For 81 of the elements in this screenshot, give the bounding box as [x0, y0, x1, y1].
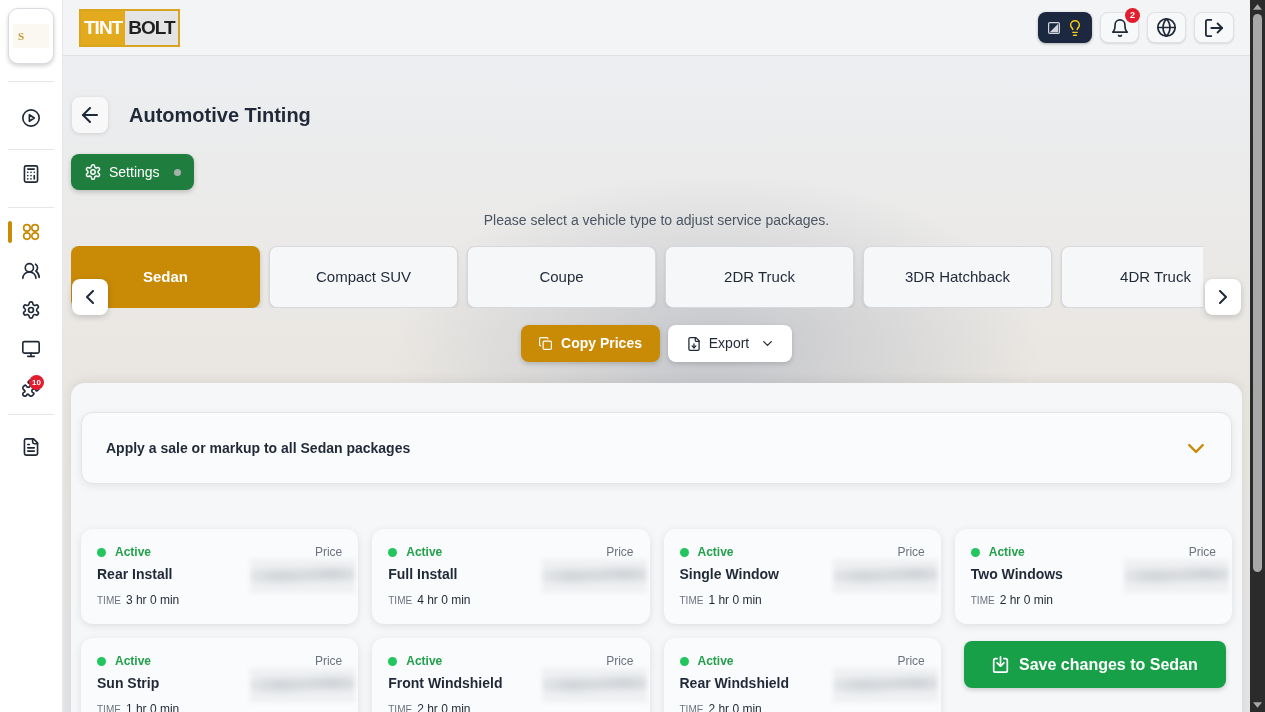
- status-text: Active: [406, 545, 443, 559]
- time-label: TIME: [970, 594, 995, 608]
- blurred-price-field[interactable]: [541, 559, 647, 593]
- vehicle-tab[interactable]: 2DR Truck: [665, 246, 854, 308]
- scrollbar-thumb[interactable]: [1253, 14, 1262, 572]
- price-label: Price: [897, 654, 925, 668]
- package-name: Single Window: [679, 565, 779, 584]
- status-text: Active: [115, 654, 152, 668]
- package-card[interactable]: Active Price Rear Install TIME 3 hr 0 min: [81, 529, 359, 624]
- time-label: TIME: [388, 594, 413, 608]
- blurred-price-field[interactable]: [832, 559, 938, 593]
- status-text: Active: [697, 654, 734, 668]
- settings-icon[interactable]: [22, 300, 40, 319]
- play-circle-icon[interactable]: [22, 108, 40, 127]
- active-indicator: [8, 221, 12, 243]
- package-name: Full Install: [388, 565, 458, 584]
- package-card[interactable]: Active Price Two Windows TIME 2 hr 0 min: [954, 529, 1232, 624]
- notification-badge: 10: [29, 375, 44, 390]
- status-text: Active: [988, 545, 1025, 559]
- time-value: 2 hr 0 min: [999, 592, 1053, 608]
- settings-button[interactable]: Settings: [71, 154, 194, 190]
- blurred-price-field[interactable]: [1124, 559, 1229, 593]
- document-icon[interactable]: [22, 437, 40, 456]
- settings-icon: [85, 164, 101, 180]
- bell-icon: [1110, 18, 1129, 37]
- scroll-down-icon[interactable]: [1253, 702, 1262, 708]
- vehicle-tab[interactable]: 3DR Hatchback: [863, 246, 1052, 308]
- logo-text: TINT: [81, 10, 126, 45]
- blurred-price-field[interactable]: [541, 668, 647, 702]
- theme-toggle[interactable]: [1038, 12, 1092, 43]
- logout-icon: [1205, 18, 1223, 37]
- blurred-price-field[interactable]: [832, 668, 938, 702]
- status-text: Active: [115, 545, 152, 559]
- chevron-right-icon: [1219, 290, 1227, 304]
- blurred-price-field[interactable]: [250, 668, 356, 702]
- page-title: Automotive Tinting: [129, 103, 311, 128]
- time-value: 1 hr 0 min: [708, 592, 762, 608]
- package-name: Rear Install: [97, 565, 173, 584]
- instruction-text: Please select a vehicle type to adjust service packages.: [483, 211, 830, 230]
- file-download-icon: [687, 336, 700, 351]
- time-label: TIME: [97, 594, 121, 608]
- export-button[interactable]: Export: [668, 325, 792, 362]
- package-name: Two Windows: [970, 565, 1063, 584]
- blurred-price-field[interactable]: [250, 559, 356, 593]
- package-card[interactable]: Active Price Full Install TIME 4 hr 0 min: [372, 529, 650, 624]
- grid-icon[interactable]: [22, 222, 40, 241]
- price-label: Price: [606, 654, 634, 668]
- logo-text: BOLT: [125, 10, 178, 45]
- package-card[interactable]: Active Price Single Window TIME 1 hr 0 min: [663, 529, 941, 624]
- logout-button[interactable]: [1194, 12, 1234, 43]
- price-label: Price: [606, 545, 634, 559]
- sale-markup-accordion[interactable]: Apply a sale or markup to all Sedan packages: [81, 412, 1232, 484]
- chevron-left-icon: [86, 290, 94, 304]
- vehicle-tab[interactable]: 4DR Truck: [1061, 246, 1203, 308]
- notification-badge: 2: [1125, 8, 1140, 23]
- package-name: Sun Strip: [97, 674, 160, 693]
- price-label: Price: [314, 654, 343, 668]
- status-text: Active: [406, 654, 443, 668]
- download-icon: [992, 656, 1009, 673]
- monitor-icon[interactable]: [22, 339, 40, 358]
- time-label: TIME: [679, 594, 704, 608]
- language-button[interactable]: [1147, 12, 1186, 43]
- price-label: Price: [897, 545, 925, 559]
- price-label: Price: [1188, 545, 1216, 559]
- scroll-right-button[interactable]: [1205, 279, 1241, 315]
- status-text: Active: [697, 545, 734, 559]
- copy-icon: [539, 337, 553, 350]
- vehicle-tab[interactable]: Coupe: [467, 246, 656, 308]
- price-label: Price: [314, 545, 343, 559]
- package-name: Rear Windshield: [679, 674, 790, 693]
- scroll-up-icon[interactable]: [1253, 4, 1262, 10]
- package-name: Front Windshield: [388, 674, 503, 693]
- back-button[interactable]: [72, 97, 108, 133]
- globe-icon: [1157, 18, 1176, 37]
- users-icon[interactable]: [22, 261, 40, 280]
- time-value: 4 hr 0 min: [417, 592, 471, 608]
- scroll-left-button[interactable]: [72, 279, 108, 315]
- calculator-icon[interactable]: [22, 164, 40, 183]
- time-value: 3 hr 0 min: [125, 592, 180, 608]
- vehicle-tab[interactable]: Compact SUV: [269, 246, 458, 308]
- caret-icon: [763, 341, 773, 346]
